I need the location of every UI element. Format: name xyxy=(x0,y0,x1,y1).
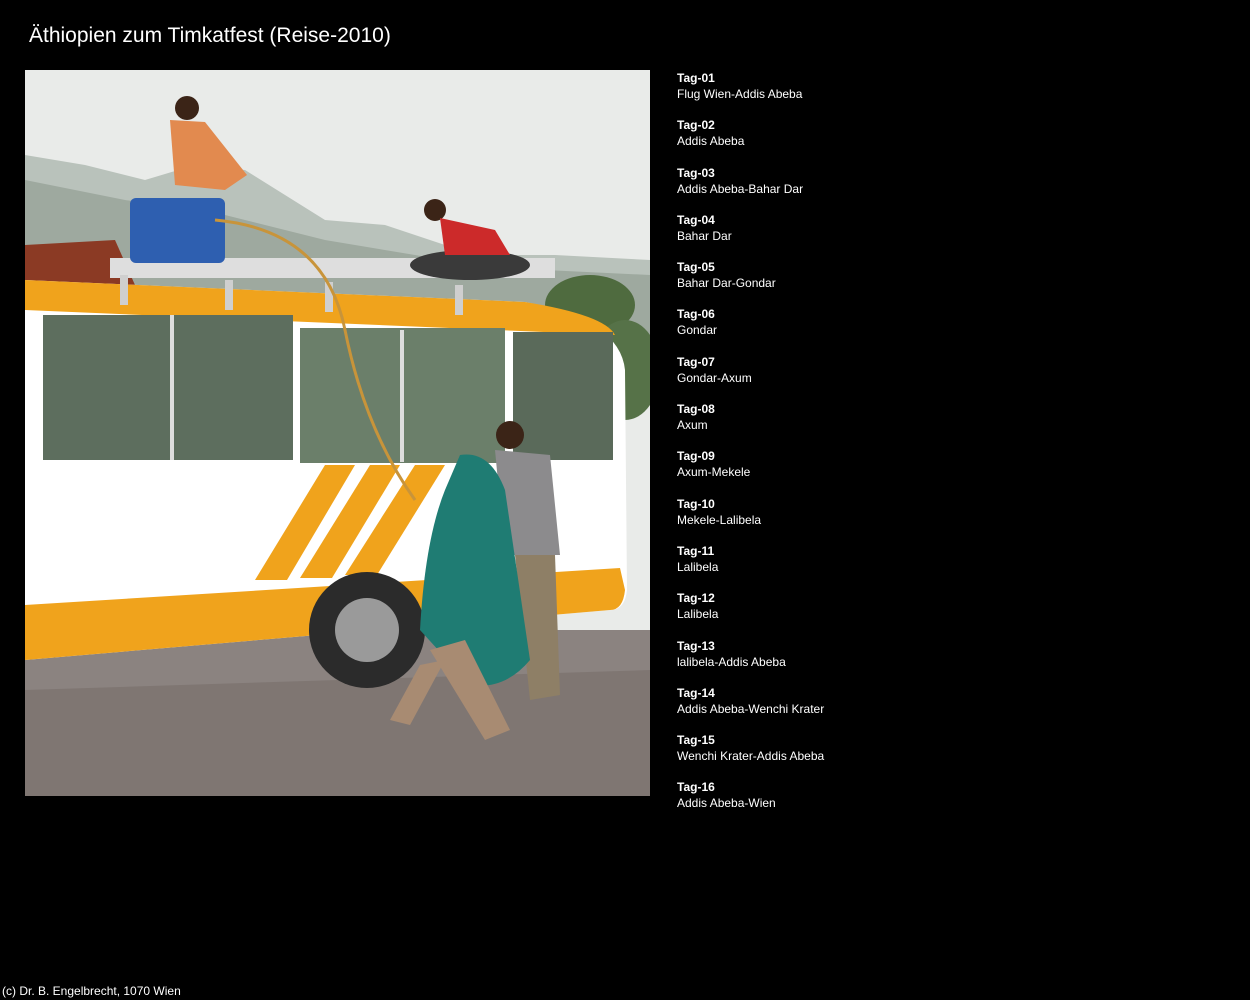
day-list: Tag-01 Flug Wien-Addis Abeba Tag-02 Addi… xyxy=(677,70,824,827)
day-item-03[interactable]: Tag-03 Addis Abeba-Bahar Dar xyxy=(677,165,824,212)
day-label[interactable]: Tag-15 xyxy=(677,732,824,748)
day-label[interactable]: Tag-04 xyxy=(677,212,824,228)
day-route[interactable]: Gondar xyxy=(677,322,824,338)
main-photo[interactable] xyxy=(25,70,650,796)
day-label[interactable]: Tag-10 xyxy=(677,496,824,512)
footer-copyright: (c) Dr. B. Engelbrecht, 1070 Wien xyxy=(2,984,181,998)
day-route[interactable]: Mekele-Lalibela xyxy=(677,512,824,528)
day-item-15[interactable]: Tag-15 Wenchi Krater-Addis Abeba xyxy=(677,732,824,779)
day-label[interactable]: Tag-16 xyxy=(677,779,824,795)
day-label[interactable]: Tag-07 xyxy=(677,354,824,370)
day-label[interactable]: Tag-08 xyxy=(677,401,824,417)
day-label[interactable]: Tag-02 xyxy=(677,117,824,133)
day-item-02[interactable]: Tag-02 Addis Abeba xyxy=(677,117,824,164)
day-label[interactable]: Tag-13 xyxy=(677,638,824,654)
day-route[interactable]: Addis Abeba-Wenchi Krater xyxy=(677,701,824,717)
day-item-10[interactable]: Tag-10 Mekele-Lalibela xyxy=(677,496,824,543)
day-item-11[interactable]: Tag-11 Lalibela xyxy=(677,543,824,590)
day-route[interactable]: Flug Wien-Addis Abeba xyxy=(677,86,824,102)
day-route[interactable]: lalibela-Addis Abeba xyxy=(677,654,824,670)
photo-minibus-image xyxy=(25,70,650,796)
day-label[interactable]: Tag-09 xyxy=(677,448,824,464)
day-item-09[interactable]: Tag-09 Axum-Mekele xyxy=(677,448,824,495)
day-route[interactable]: Bahar Dar-Gondar xyxy=(677,275,824,291)
day-route[interactable]: Gondar-Axum xyxy=(677,370,824,386)
day-route[interactable]: Axum-Mekele xyxy=(677,464,824,480)
day-label[interactable]: Tag-14 xyxy=(677,685,824,701)
day-label[interactable]: Tag-12 xyxy=(677,590,824,606)
page-title: Äthiopien zum Timkatfest (Reise-2010) xyxy=(29,24,391,47)
day-route[interactable]: Axum xyxy=(677,417,824,433)
day-route[interactable]: Bahar Dar xyxy=(677,228,824,244)
day-item-08[interactable]: Tag-08 Axum xyxy=(677,401,824,448)
day-item-07[interactable]: Tag-07 Gondar-Axum xyxy=(677,354,824,401)
day-route[interactable]: Lalibela xyxy=(677,606,824,622)
day-label[interactable]: Tag-03 xyxy=(677,165,824,181)
day-route[interactable]: Wenchi Krater-Addis Abeba xyxy=(677,748,824,764)
day-route[interactable]: Addis Abeba-Wien xyxy=(677,795,824,811)
day-item-14[interactable]: Tag-14 Addis Abeba-Wenchi Krater xyxy=(677,685,824,732)
day-label[interactable]: Tag-06 xyxy=(677,306,824,322)
day-item-06[interactable]: Tag-06 Gondar xyxy=(677,306,824,353)
day-label[interactable]: Tag-05 xyxy=(677,259,824,275)
day-item-05[interactable]: Tag-05 Bahar Dar-Gondar xyxy=(677,259,824,306)
day-label[interactable]: Tag-11 xyxy=(677,543,824,559)
day-item-04[interactable]: Tag-04 Bahar Dar xyxy=(677,212,824,259)
day-route[interactable]: Addis Abeba xyxy=(677,133,824,149)
day-item-16[interactable]: Tag-16 Addis Abeba-Wien xyxy=(677,779,824,826)
day-route[interactable]: Addis Abeba-Bahar Dar xyxy=(677,181,824,197)
day-route[interactable]: Lalibela xyxy=(677,559,824,575)
day-label[interactable]: Tag-01 xyxy=(677,70,824,86)
day-item-12[interactable]: Tag-12 Lalibela xyxy=(677,590,824,637)
day-item-13[interactable]: Tag-13 lalibela-Addis Abeba xyxy=(677,638,824,685)
day-item-01[interactable]: Tag-01 Flug Wien-Addis Abeba xyxy=(677,70,824,117)
